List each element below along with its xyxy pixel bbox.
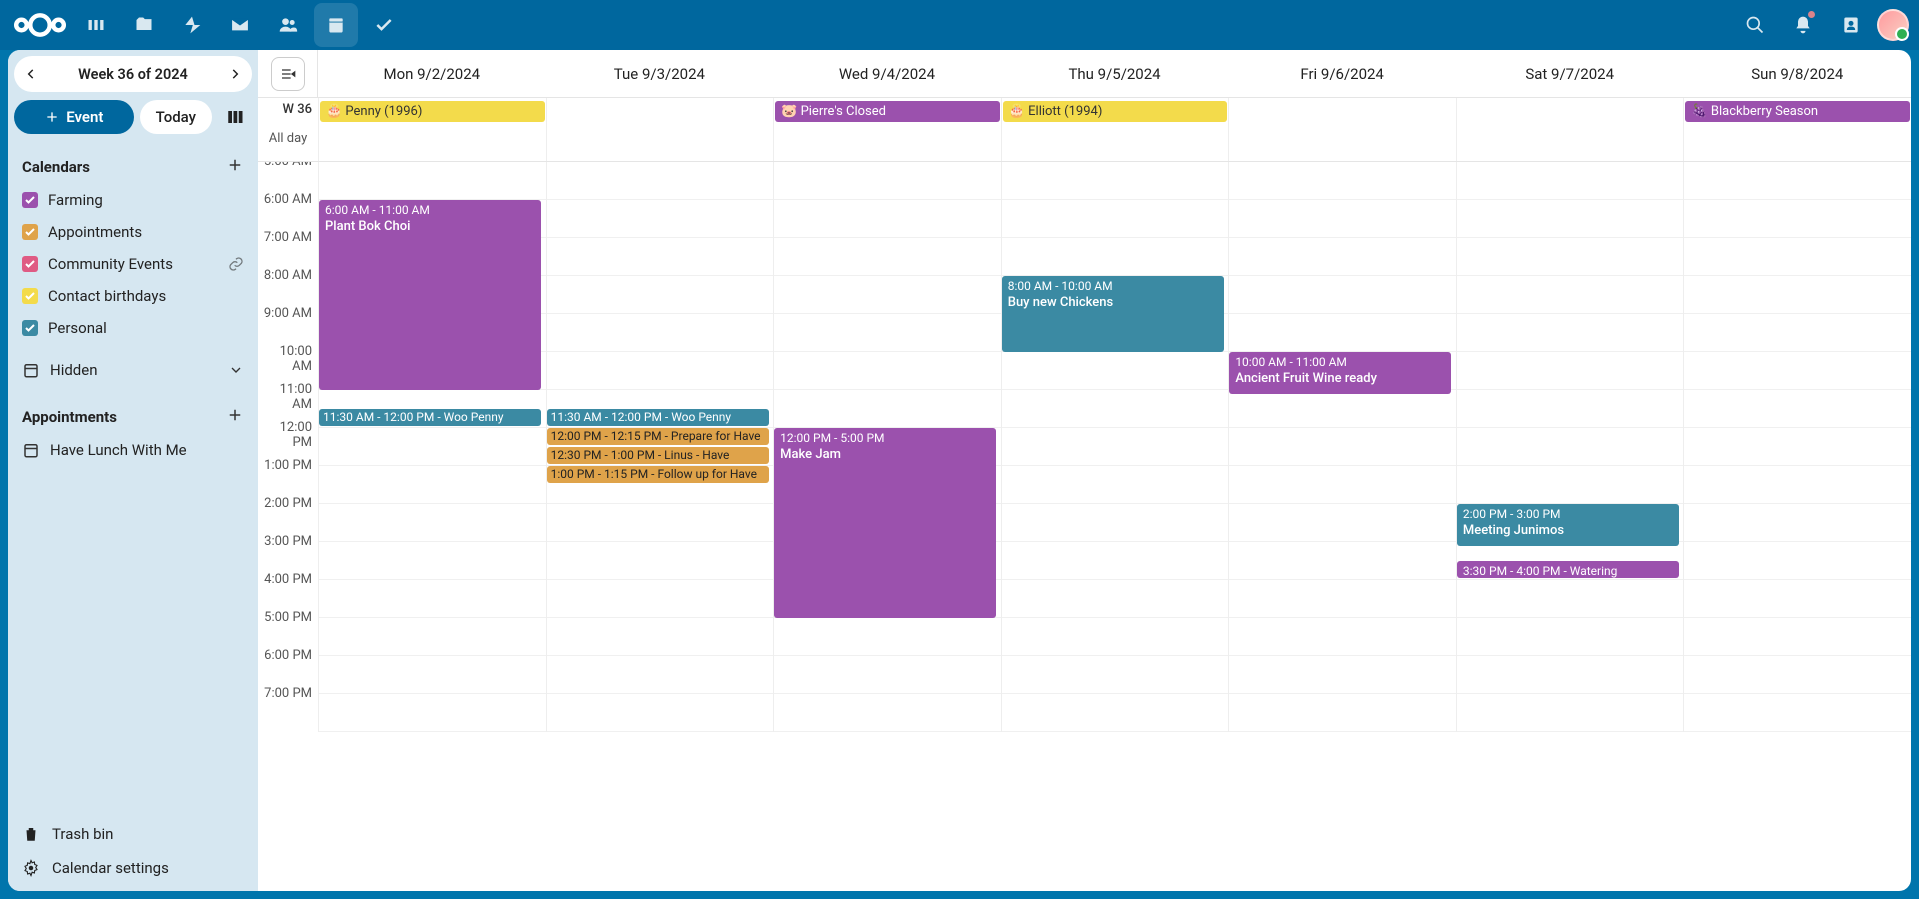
toggle-sidebar-button[interactable] xyxy=(271,57,305,91)
calendar-event[interactable]: 11:30 AM - 12:00 PM - Woo Penny xyxy=(547,409,769,426)
day-column[interactable]: 8:00 AM - 10:00 AMBuy new Chickens xyxy=(1001,162,1229,732)
new-event-button[interactable]: Event xyxy=(14,100,134,134)
allday-event[interactable]: 🍇 Blackberry Season xyxy=(1685,101,1910,122)
search-icon[interactable] xyxy=(1733,3,1777,47)
link-icon[interactable] xyxy=(228,256,244,272)
add-appointment-button[interactable] xyxy=(226,406,244,428)
time-grid[interactable]: 5:00 AM6:00 AM7:00 AM8:00 AM9:00 AM10:00… xyxy=(258,162,1911,891)
calendar-item[interactable]: Appointments xyxy=(14,216,252,248)
allday-event[interactable]: 🐷 Pierre's Closed xyxy=(775,101,1000,122)
time-column: 5:00 AM6:00 AM7:00 AM8:00 AM9:00 AM10:00… xyxy=(258,162,318,732)
calendars-header: Calendars xyxy=(14,156,252,178)
top-bar xyxy=(0,0,1919,50)
allday-event[interactable]: 🎂 Elliott (1994) xyxy=(1003,101,1228,122)
calendar-event[interactable]: 10:00 AM - 11:00 AMAncient Fruit Wine re… xyxy=(1229,352,1451,394)
next-week-button[interactable] xyxy=(218,57,252,91)
calendar-item[interactable]: Personal xyxy=(14,312,252,344)
calendar-event[interactable]: 2:00 PM - 3:00 PMMeeting Junimos xyxy=(1457,504,1679,546)
add-calendar-button[interactable] xyxy=(226,156,244,178)
day-column[interactable]: 10:00 AM - 11:00 AMAncient Fruit Wine re… xyxy=(1228,162,1456,732)
day-column[interactable] xyxy=(1683,162,1911,732)
day-column[interactable]: 12:00 PM - 5:00 PMMake Jam xyxy=(773,162,1001,732)
day-header[interactable]: Thu 9/5/2024 xyxy=(1001,50,1229,97)
files-icon[interactable] xyxy=(122,3,166,47)
dashboard-icon[interactable] xyxy=(74,3,118,47)
mail-icon[interactable] xyxy=(218,3,262,47)
day-column[interactable]: 2:00 PM - 3:00 PMMeeting Junimos 3:30 PM … xyxy=(1456,162,1684,732)
day-column[interactable]: 11:30 AM - 12:00 PM - Woo Penny 12:00 PM … xyxy=(546,162,774,732)
calendar-item[interactable]: Contact birthdays xyxy=(14,280,252,312)
calendar-event[interactable]: 1:00 PM - 1:15 PM - Follow up for Have xyxy=(547,466,769,483)
allday-cell[interactable]: 🍇 Blackberry Season xyxy=(1683,98,1911,161)
calendar-event[interactable]: 12:30 PM - 1:00 PM - Linus - Have xyxy=(547,447,769,464)
allday-cell[interactable]: 🎂 Elliott (1994) xyxy=(1001,98,1229,161)
calendar-event[interactable]: 6:00 AM - 11:00 AMPlant Bok Choi xyxy=(319,200,541,390)
day-header[interactable]: Fri 9/6/2024 xyxy=(1228,50,1456,97)
allday-label: All day xyxy=(269,131,308,146)
allday-cell[interactable] xyxy=(546,98,774,161)
calendar-settings-button[interactable]: Calendar settings xyxy=(14,851,252,885)
calendar-event[interactable]: 8:00 AM - 10:00 AMBuy new Chickens xyxy=(1002,276,1224,352)
calendar-event[interactable]: 12:00 PM - 12:15 PM - Prepare for Have xyxy=(547,428,769,445)
view-switcher-button[interactable] xyxy=(218,100,252,134)
day-header[interactable]: Sun 9/8/2024 xyxy=(1683,50,1911,97)
week-title[interactable]: Week 36 of 2024 xyxy=(48,66,218,83)
day-header[interactable]: Tue 9/3/2024 xyxy=(546,50,774,97)
allday-cell[interactable] xyxy=(1456,98,1684,161)
calendar-main: Mon 9/2/2024 Tue 9/3/2024 Wed 9/4/2024 T… xyxy=(258,50,1911,891)
contacts-icon[interactable] xyxy=(266,3,310,47)
calendar-event[interactable]: 12:00 PM - 5:00 PMMake Jam xyxy=(774,428,996,618)
day-header[interactable]: Wed 9/4/2024 xyxy=(773,50,1001,97)
week-number: W 36 xyxy=(283,102,312,117)
calendar-item[interactable]: Community Events xyxy=(14,248,252,280)
hidden-calendars-toggle[interactable]: Hidden xyxy=(14,354,252,386)
calendar-app: Week 36 of 2024 Event Today Calendars Fa… xyxy=(8,50,1911,891)
allday-cell[interactable]: 🐷 Pierre's Closed xyxy=(773,98,1001,161)
allday-cell[interactable] xyxy=(1228,98,1456,161)
calendar-event[interactable]: 3:30 PM - 4:00 PM - Watering xyxy=(1457,561,1679,578)
allday-row: W 36 All day 🎂 Penny (1996) 🐷 Pierre's C… xyxy=(258,98,1911,162)
prev-week-button[interactable] xyxy=(14,57,48,91)
allday-event[interactable]: 🎂 Penny (1996) xyxy=(320,101,545,122)
nextcloud-logo[interactable] xyxy=(10,10,70,40)
allday-cell[interactable]: 🎂 Penny (1996) xyxy=(318,98,546,161)
new-event-label: Event xyxy=(66,108,103,126)
calendar-event[interactable]: 11:30 AM - 12:00 PM - Woo Penny xyxy=(319,409,541,426)
calendar-icon[interactable] xyxy=(314,3,358,47)
day-header[interactable]: Mon 9/2/2024 xyxy=(318,50,546,97)
activity-icon[interactable] xyxy=(170,3,214,47)
notifications-icon[interactable] xyxy=(1781,3,1825,47)
trash-bin-button[interactable]: Trash bin xyxy=(14,817,252,851)
sidebar: Week 36 of 2024 Event Today Calendars Fa… xyxy=(8,50,258,891)
day-header-row: Mon 9/2/2024 Tue 9/3/2024 Wed 9/4/2024 T… xyxy=(258,50,1911,98)
day-header[interactable]: Sat 9/7/2024 xyxy=(1456,50,1684,97)
appointment-item[interactable]: Have Lunch With Me xyxy=(14,434,252,466)
chevron-down-icon xyxy=(228,362,244,378)
appointments-header: Appointments xyxy=(14,406,252,428)
user-avatar[interactable] xyxy=(1877,9,1909,41)
contacts-menu-icon[interactable] xyxy=(1829,3,1873,47)
calendar-item[interactable]: Farming xyxy=(14,184,252,216)
week-navigation: Week 36 of 2024 xyxy=(14,56,252,92)
today-button[interactable]: Today xyxy=(140,100,212,134)
day-column[interactable]: 6:00 AM - 11:00 AMPlant Bok Choi 11:30 AM… xyxy=(318,162,546,732)
tasks-icon[interactable] xyxy=(362,3,406,47)
